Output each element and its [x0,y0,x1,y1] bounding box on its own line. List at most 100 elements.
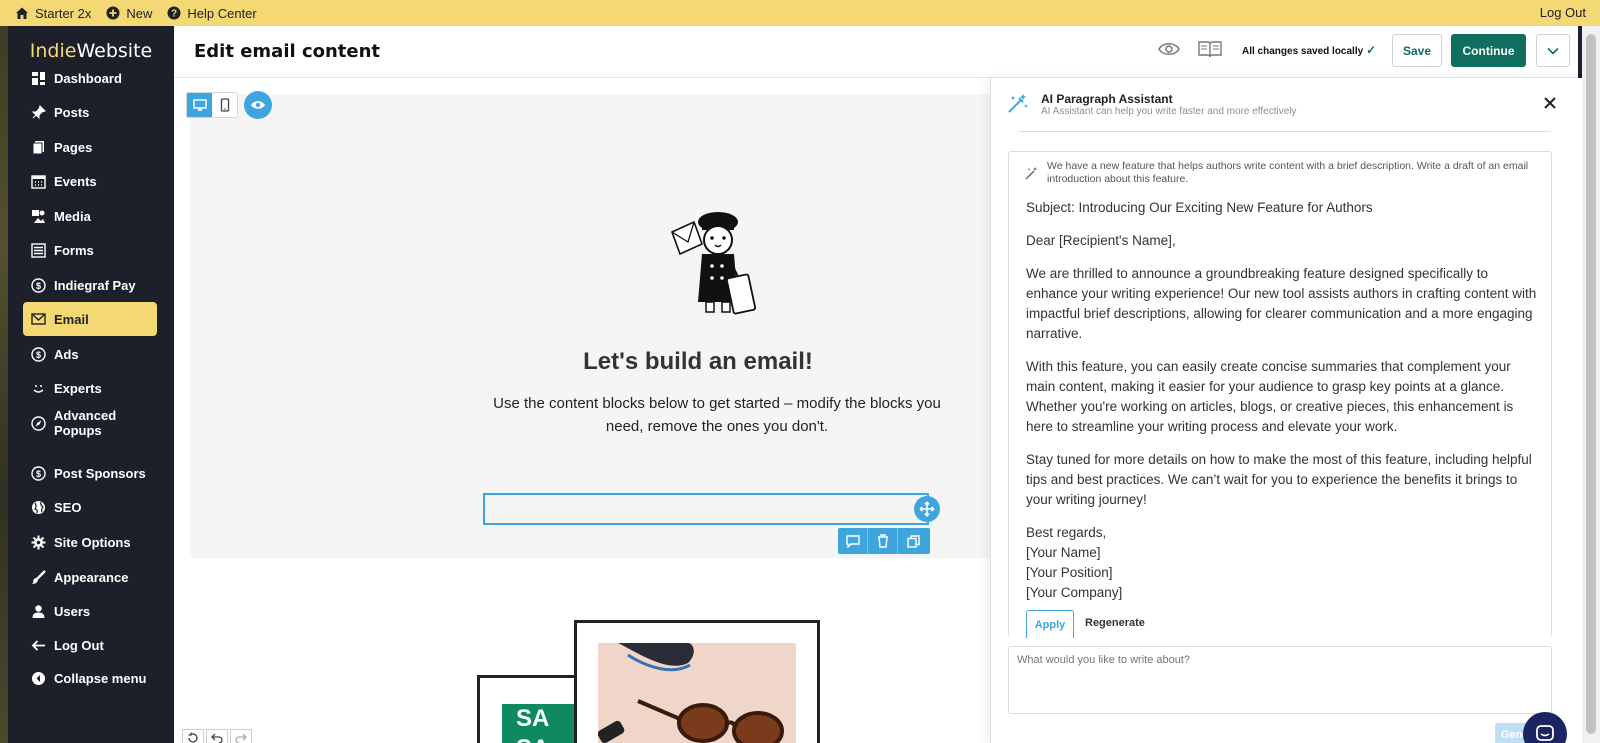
sidebar-item-label: Ads [54,346,79,362]
sidebar-item-label: Events [54,173,97,189]
apply-button[interactable]: Apply [1026,610,1074,638]
preview-toggle-eye-icon[interactable] [244,91,272,119]
sidebar-item-label: Log Out [54,637,104,653]
sidebar-item-label: Media [54,208,91,224]
sidebar-item-label: Forms [54,242,94,258]
sidebar-item-indiegraf-pay[interactable]: $ Indiegraf Pay [23,268,157,302]
mobile-icon[interactable] [212,93,237,117]
smile-icon [30,380,46,396]
sidebar-item-label: Site Options [54,534,131,550]
svg-text:?: ? [171,9,177,20]
view-mode-toggle [186,92,238,118]
question-circle-icon: ? [166,6,181,21]
page-title: Edit email content [194,41,381,62]
sidebar-item-label: Collapse menu [54,670,147,686]
sidebar: Indie Website Dashboard Posts Pages Events M… [8,26,174,743]
sidebar-item-label: Pages [54,139,93,155]
response-signature: Best regards, [Your Name] [Your Position… [1026,525,1123,600]
redo-icon[interactable] [230,729,252,743]
top-logout-link[interactable]: Log Out [1540,5,1586,20]
sidebar-item-label: Indiegraf Pay [54,277,136,293]
selected-empty-block[interactable] [483,493,929,525]
top-admin-bar: Starter 2x New ? Help Center Log Out [0,0,1600,26]
sidebar-item-media[interactable]: Media [23,199,157,233]
undo-icon[interactable] [206,729,228,743]
sidebar-item-experts[interactable]: Experts [23,371,157,405]
email-intro-block[interactable]: Let's build an email! Use the content bl… [190,94,990,558]
dashboard-icon [30,70,46,86]
dollar-icon: $ [30,346,46,362]
svg-text:$: $ [35,281,40,291]
continue-button[interactable]: Continue [1451,34,1526,67]
sidebar-item-dashboard[interactable]: Dashboard [23,61,157,95]
globe-icon [30,499,46,515]
ai-prompt-input[interactable] [1008,646,1552,714]
duplicate-icon[interactable] [898,528,928,554]
magic-wand-icon [1007,92,1029,119]
divider [1019,131,1551,132]
forms-icon [30,242,46,258]
response-paragraph: Dear [Recipient's Name], [1026,233,1176,248]
desktop-icon[interactable] [187,93,212,117]
calendar-icon [30,173,46,189]
book-icon[interactable] [1198,40,1222,63]
scrollbar-thumb[interactable] [1586,34,1596,734]
email-heading[interactable]: Let's build an email! [380,348,1016,376]
sidebar-item-label: Advanced Popups [54,408,117,438]
gear-icon [30,534,46,550]
sidebar-item-ads[interactable]: $ Ads [23,337,157,371]
email-subtext[interactable]: Use the content blocks below to get star… [484,392,950,438]
sidebar-item-label: Email [54,311,89,327]
trash-icon[interactable] [868,528,898,554]
ai-response-card: We have a new feature that helps authors… [1008,151,1552,638]
chat-support-icon[interactable] [1523,712,1567,743]
save-status: All changes saved locally ✓ [1242,43,1376,57]
sidebar-item-seo[interactable]: SEO [23,490,157,524]
sidebar-item-posts[interactable]: Posts [23,95,157,129]
dollar-icon: $ [30,465,46,481]
pin-icon [30,104,46,120]
svg-text:$: $ [35,469,40,479]
sidebar-item-label: Appearance [54,569,129,585]
compass-icon [30,415,46,431]
sidebar-item-email[interactable]: Email [23,302,157,336]
sidebar-item-appearance[interactable]: Appearance [23,560,157,594]
page-scrollbar[interactable] [1582,26,1600,743]
preview-eye-icon[interactable] [1158,40,1180,63]
save-button[interactable]: Save [1392,34,1442,67]
history-controls [182,729,252,743]
sidebar-item-label: Users [54,603,91,619]
regenerate-button[interactable]: Regenerate [1085,617,1145,629]
home-icon [14,6,29,21]
ai-response-text[interactable]: Subject: Introducing Our Exciting New Fe… [1026,198,1542,616]
sidebar-item-users[interactable]: Users [23,594,157,628]
move-handle-icon[interactable] [914,496,940,522]
envelope-icon [30,311,46,327]
collapse-icon [30,670,46,686]
sidebar-item-log-out[interactable]: Log Out [23,628,157,662]
ai-paragraph-assistant-panel: AI Paragraph Assistant AI Assistant can … [990,78,1582,743]
sidebar-item-post-sponsors[interactable]: $ Post Sponsors [23,456,157,490]
sidebar-item-pages[interactable]: Pages [23,130,157,164]
comment-icon[interactable] [838,528,868,554]
sidebar-item-forms[interactable]: Forms [23,233,157,267]
brand-part-2: Website [76,40,153,62]
history-icon[interactable] [182,729,204,743]
sidebar-item-advanced-popups[interactable]: Advanced Popups [23,402,157,444]
ai-panel-subtitle: AI Assistant can help you write faster a… [1041,106,1297,117]
help-center-link[interactable]: ? Help Center [166,6,257,21]
sidebar-item-site-options[interactable]: Site Options [23,525,157,559]
new-link[interactable]: New [105,6,152,21]
sidebar-item-events[interactable]: Events [23,164,157,198]
block-toolbar [838,528,930,554]
response-paragraph: Stay tuned for more details on how to ma… [1026,452,1532,507]
more-options-button[interactable] [1536,34,1570,67]
pages-icon [30,139,46,155]
sidebar-item-label: Dashboard [54,70,122,86]
arrow-left-icon [30,637,46,653]
home-link[interactable]: Starter 2x [14,6,91,21]
product-image-front[interactable] [574,620,820,743]
sidebar-item-collapse-menu[interactable]: Collapse menu [23,661,157,695]
close-icon[interactable] [1541,94,1559,112]
home-label: Starter 2x [35,5,92,21]
